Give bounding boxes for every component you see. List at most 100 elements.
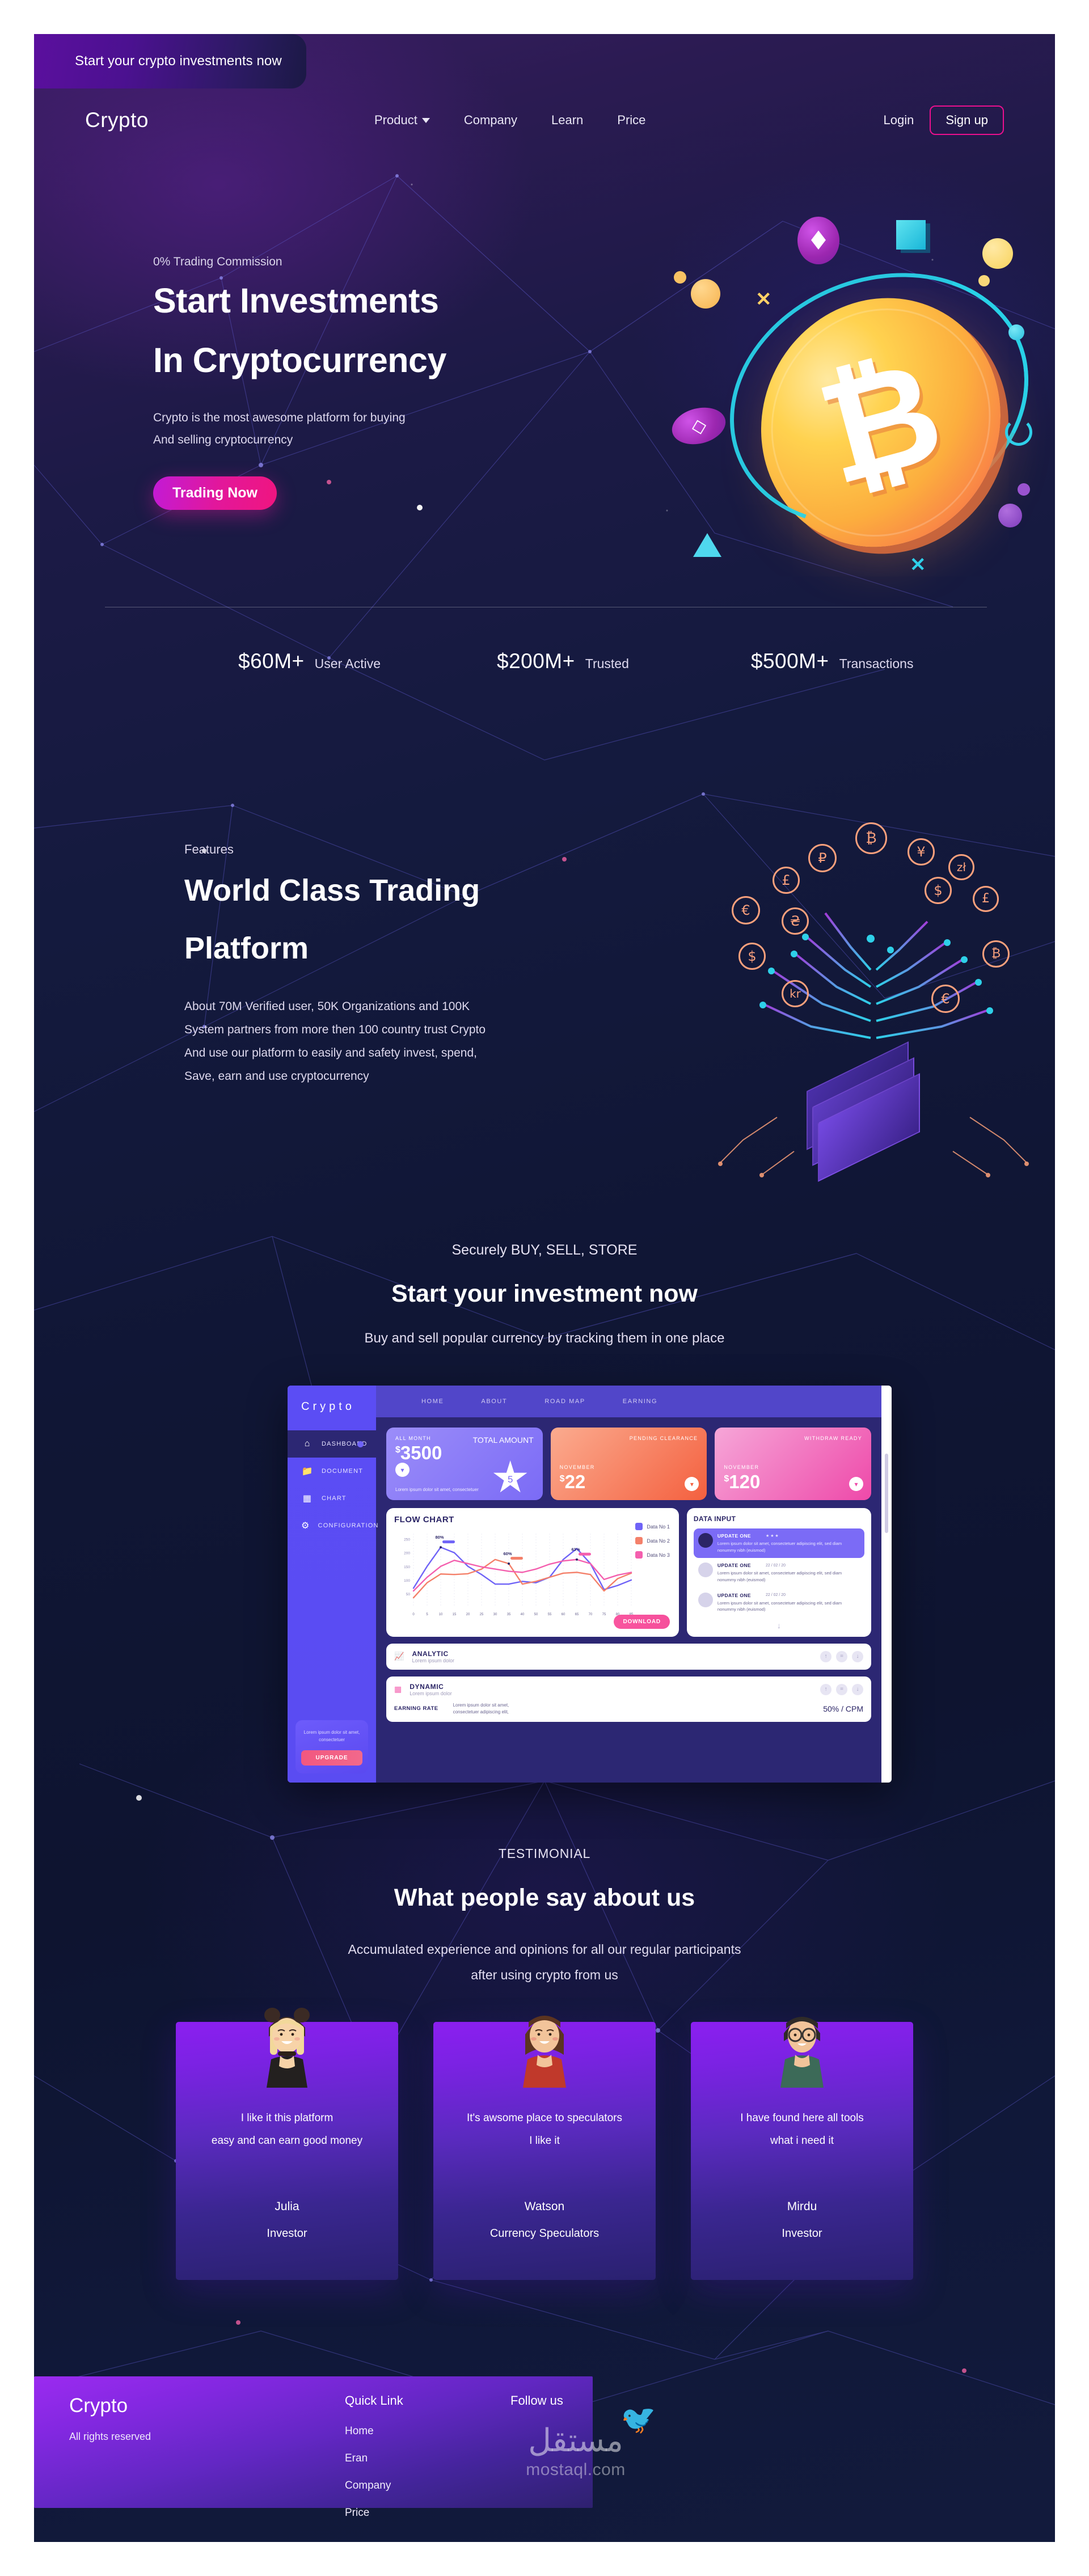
stats-bar: $60M+ User Active $200M+ Trusted $500M+ … bbox=[105, 649, 987, 673]
arrow-down-icon[interactable]: ↓ bbox=[852, 1650, 863, 1662]
svg-text:0: 0 bbox=[412, 1613, 415, 1616]
testimonial-quote: I like it this platform easy and can ear… bbox=[176, 2107, 398, 2152]
arrow-up-icon[interactable]: ↑ bbox=[820, 1650, 831, 1662]
signup-button[interactable]: Sign up bbox=[930, 105, 1004, 135]
sidebar-item-chart[interactable]: ▦ CHART bbox=[288, 1485, 376, 1512]
dashboard-topnav-earning[interactable]: EARNING bbox=[623, 1398, 657, 1405]
features-title-line2: Platform bbox=[184, 931, 309, 965]
dashboard-topnav: HOME ABOUT ROAD MAP EARNING bbox=[376, 1386, 881, 1417]
nav-link-learn[interactable]: Learn bbox=[551, 113, 583, 128]
hero-subtitle: Crypto is the most awesome platform for … bbox=[153, 407, 471, 451]
mostaql-watermark: 🐦 مستقل mostaql.com bbox=[471, 2397, 681, 2480]
footer-link-eran[interactable]: Eran bbox=[345, 2452, 403, 2465]
nav-link-product[interactable]: Product bbox=[374, 113, 430, 128]
nav-link-price[interactable]: Price bbox=[617, 113, 645, 128]
testimonial-quote: I have found here all tools what i need … bbox=[691, 2107, 913, 2152]
update-meta: 22 / 02 / 20 bbox=[765, 1593, 786, 1597]
equals-icon[interactable]: = bbox=[836, 1683, 847, 1695]
currency-symbol: $ bbox=[559, 1474, 565, 1484]
kpi-card-pending-clearance: PENDING CLEARANCE NOVEMBER $22 ▾ bbox=[550, 1428, 707, 1500]
dashboard-topnav-about[interactable]: ABOUT bbox=[481, 1398, 507, 1405]
update-meta: ★ ★ ★ bbox=[765, 1534, 779, 1538]
chevron-down-icon[interactable]: ▾ bbox=[395, 1463, 410, 1477]
dashboard-logo: Crypto bbox=[301, 1400, 355, 1413]
svg-text:20: 20 bbox=[466, 1613, 470, 1616]
testimonial-card-watson: It's awsome place to speculators I like … bbox=[433, 2016, 656, 2280]
svg-text:60: 60 bbox=[562, 1613, 565, 1616]
grid-icon: ▦ bbox=[394, 1684, 402, 1694]
kpi-card-title: PENDING CLEARANCE bbox=[629, 1435, 698, 1441]
update-item[interactable]: UPDATE ONE 22 / 02 / 20 Lorem ipsum dolo… bbox=[694, 1588, 864, 1618]
brand-logo[interactable]: Crypto bbox=[85, 108, 149, 132]
gear-icon: ⚙ bbox=[301, 1521, 310, 1531]
svg-text:30: 30 bbox=[493, 1613, 497, 1616]
promo-ribbon-text: Start your crypto investments now bbox=[75, 53, 282, 69]
currency-symbol: $ bbox=[724, 1474, 729, 1484]
sidebar-promo-text: Lorem ipsum dolor sit amet, consectetuer bbox=[303, 1730, 360, 1742]
svg-text:40: 40 bbox=[521, 1613, 525, 1616]
promo-ribbon[interactable]: Start your crypto investments now bbox=[34, 34, 306, 88]
testimonial-name: Mirdu bbox=[787, 2199, 817, 2213]
man-glasses-avatar bbox=[780, 2017, 824, 2088]
svg-text:100: 100 bbox=[404, 1579, 410, 1583]
arrow-up-icon[interactable]: ↑ bbox=[820, 1683, 831, 1695]
kpi-card-title: WITHDRAW READY bbox=[804, 1435, 863, 1441]
equals-icon[interactable]: = bbox=[836, 1650, 847, 1662]
nav-actions: Login Sign up bbox=[884, 105, 1004, 135]
upgrade-button[interactable]: UPGRADE bbox=[301, 1750, 362, 1766]
dashboard-scrollbar[interactable] bbox=[885, 1454, 888, 1533]
svg-text:50: 50 bbox=[406, 1593, 411, 1597]
legend-item-2: Data No 2 bbox=[635, 1537, 670, 1544]
investment-section: Securely BUY, SELL, STORE Start your inv… bbox=[34, 1242, 1055, 1346]
sphere-yellow-tiny bbox=[978, 275, 990, 286]
woman-brunette-avatar bbox=[523, 2016, 566, 2088]
data-input-title: DATA INPUT bbox=[693, 1515, 736, 1523]
svg-text:60%: 60% bbox=[503, 1551, 512, 1556]
features-title-line1: World Class Trading bbox=[184, 873, 480, 907]
flow-chart-card: FLOW CHART 50 100 150 200 250 0 5 10 15 20 25 30 35 4… bbox=[386, 1508, 679, 1637]
login-link[interactable]: Login bbox=[884, 113, 914, 128]
nav-link-company[interactable]: Company bbox=[464, 113, 517, 128]
footer-link-company[interactable]: Company bbox=[345, 2480, 403, 2492]
dashboard-topnav-roadmap[interactable]: ROAD MAP bbox=[544, 1398, 585, 1405]
stat-user-active: $60M+ User Active bbox=[238, 649, 381, 673]
avatar bbox=[698, 1563, 713, 1578]
kpi-card-amount: $3500 bbox=[395, 1443, 534, 1462]
legend-swatch bbox=[635, 1537, 643, 1544]
features-eyebrow: Features bbox=[184, 842, 234, 856]
chevron-down-icon[interactable]: ▾ bbox=[849, 1477, 864, 1491]
dashboard-topnav-home[interactable]: HOME bbox=[421, 1398, 444, 1405]
nav-link-product-label: Product bbox=[374, 113, 417, 127]
chevron-down-icon[interactable]: ▾ bbox=[685, 1477, 699, 1491]
testimonial-name: Julia bbox=[275, 2199, 299, 2213]
testimonial-card-julia: I like it this platform easy and can ear… bbox=[176, 2008, 398, 2280]
dashboard-main: ALL MONTH $3500 TOTAL AMOUNT ▾ Lorem ips… bbox=[376, 1417, 881, 1783]
flow-and-input-row: FLOW CHART 50 100 150 200 250 0 5 10 15 20 25 30 35 4… bbox=[386, 1508, 871, 1637]
features-copy: Features World Class Trading Platform Ab… bbox=[184, 842, 536, 1088]
flow-chart-plot: 50 100 150 200 250 0 5 10 15 20 25 30 35 40 50 55 60 65 70… bbox=[404, 1534, 634, 1616]
trading-now-button[interactable]: Trading Now bbox=[153, 476, 277, 510]
sphere-cyan bbox=[1008, 324, 1024, 340]
scroll-down-icon[interactable]: ↓ bbox=[694, 1621, 864, 1630]
footer-link-home[interactable]: Home bbox=[345, 2425, 403, 2438]
testimonial-quote-line2: what i need it bbox=[770, 2134, 834, 2147]
sidebar-item-document[interactable]: 📁 DOCUMENT bbox=[288, 1458, 376, 1485]
update-item[interactable]: UPDATE ONE ★ ★ ★ Lorem ipsum dolor sit a… bbox=[693, 1528, 864, 1559]
sidebar-item-dashboard[interactable]: ⌂ DASHBOARD bbox=[288, 1430, 376, 1458]
update-item[interactable]: UPDATE ONE 22 / 02 / 20 Lorem ipsum dolo… bbox=[694, 1558, 864, 1587]
currency-node-btc-right: ₿ bbox=[982, 940, 1010, 968]
svg-text:150: 150 bbox=[404, 1565, 410, 1569]
arrow-down-icon[interactable]: ↓ bbox=[852, 1683, 863, 1695]
kpi-card-amount: $22 bbox=[560, 1472, 595, 1491]
footer-link-price[interactable]: Price bbox=[345, 2507, 403, 2519]
testimonial-name: Watson bbox=[524, 2199, 565, 2213]
sidebar-item-configuration[interactable]: ⚙ CONFIGURATION bbox=[288, 1512, 378, 1539]
testimonial-quote-line2: I like it bbox=[529, 2134, 560, 2147]
svg-text:65: 65 bbox=[575, 1613, 579, 1616]
svg-text:55: 55 bbox=[548, 1613, 552, 1616]
download-button[interactable]: DOWNLOAD bbox=[614, 1614, 670, 1629]
analytic-row: 📈 ANALYTIC Lorem ipsum dolor ↑ = ↓ bbox=[386, 1643, 871, 1670]
kpi-card-withdraw-ready: WITHDRAW READY NOVEMBER $120 ▾ bbox=[715, 1428, 872, 1500]
earning-rate-value: 50% / CPM bbox=[823, 1704, 863, 1713]
features-body-line3: And use our platform to easily and safet… bbox=[184, 1046, 477, 1059]
